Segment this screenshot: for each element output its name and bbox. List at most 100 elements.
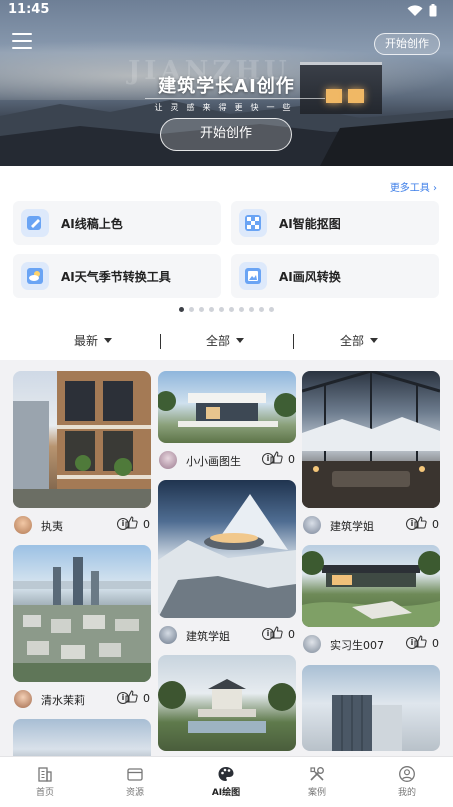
avatar[interactable] bbox=[303, 635, 321, 653]
user-icon bbox=[399, 766, 415, 782]
filter-bar: 最新 全部 全部 bbox=[0, 332, 453, 360]
tool-style-transfer[interactable]: AI画风转换 bbox=[231, 254, 439, 298]
bottom-nav: 首页 资源 AI绘图 案例 我的 bbox=[0, 756, 453, 807]
artwork-card[interactable]: 清水茉莉 i 0 bbox=[13, 545, 151, 714]
artwork-image[interactable] bbox=[302, 371, 440, 508]
avatar[interactable] bbox=[14, 516, 32, 534]
pager-dot[interactable] bbox=[229, 307, 234, 312]
thumb-up-icon[interactable] bbox=[125, 690, 138, 703]
filter-type[interactable]: 全部 bbox=[340, 332, 379, 349]
like-count: 0 bbox=[288, 628, 295, 641]
thumb-up-icon[interactable] bbox=[270, 626, 283, 639]
thumb-up-icon[interactable] bbox=[270, 451, 283, 464]
status-bar: 11:45 bbox=[0, 0, 453, 22]
pager-dot[interactable] bbox=[179, 307, 184, 312]
weather-icon bbox=[21, 262, 49, 290]
author-name[interactable]: 小小画图生 bbox=[186, 453, 241, 469]
artwork-image[interactable] bbox=[158, 480, 296, 618]
artwork-card[interactable] bbox=[13, 719, 151, 756]
tab-label: 首页 bbox=[35, 788, 54, 798]
artwork-image[interactable] bbox=[302, 545, 440, 627]
tool-sketch-color[interactable]: AI线稿上色 bbox=[13, 201, 221, 245]
like-count: 0 bbox=[432, 518, 439, 531]
pager-dot[interactable] bbox=[259, 307, 264, 312]
author-name[interactable]: 清水茉莉 bbox=[41, 692, 85, 708]
pager-dot[interactable] bbox=[219, 307, 224, 312]
artwork-image[interactable] bbox=[158, 655, 296, 751]
caret-down-icon bbox=[236, 338, 245, 343]
pager-dot[interactable] bbox=[199, 307, 204, 312]
author-name[interactable]: 建筑学姐 bbox=[330, 518, 374, 534]
like-count: 0 bbox=[288, 453, 295, 466]
hero-subtitle: 让灵感来得更快一些 bbox=[154, 103, 299, 112]
hero-title: 建筑学长AI创作 bbox=[158, 76, 295, 97]
sketch-color-icon bbox=[21, 209, 49, 237]
palette-icon bbox=[218, 767, 234, 781]
thumb-up-icon[interactable] bbox=[125, 516, 138, 529]
artwork-card[interactable] bbox=[158, 655, 296, 751]
avatar[interactable] bbox=[159, 451, 177, 469]
top-start-button[interactable]: 开始创作 bbox=[374, 33, 440, 55]
filter-divider bbox=[160, 334, 161, 349]
tab-ai-drawing[interactable]: AI绘图 bbox=[181, 757, 271, 807]
tool-label: AI天气季节转换工具 bbox=[61, 270, 171, 284]
artwork-image[interactable] bbox=[13, 545, 151, 682]
chevron-right-icon: › bbox=[433, 183, 437, 194]
filter-divider bbox=[293, 334, 294, 349]
like-count: 0 bbox=[143, 518, 150, 531]
tab-label: 案例 bbox=[307, 788, 326, 798]
artwork-image[interactable] bbox=[13, 719, 151, 756]
wifi-icon bbox=[407, 4, 423, 16]
avatar[interactable] bbox=[14, 690, 32, 708]
pager-dot[interactable] bbox=[209, 307, 214, 312]
tab-home[interactable]: 首页 bbox=[0, 757, 90, 807]
artwork-image[interactable] bbox=[158, 371, 296, 443]
pager-dot[interactable] bbox=[189, 307, 194, 312]
author-name[interactable]: 建筑学姐 bbox=[186, 628, 230, 644]
artwork-card[interactable]: 实习生007 i 0 bbox=[302, 545, 440, 659]
folder-icon bbox=[127, 768, 143, 781]
battery-icon bbox=[429, 4, 437, 17]
artwork-image[interactable] bbox=[302, 665, 440, 751]
tab-label: 我的 bbox=[397, 788, 416, 798]
avatar[interactable] bbox=[159, 626, 177, 644]
tab-resources[interactable]: 资源 bbox=[90, 757, 180, 807]
pager-dot[interactable] bbox=[269, 307, 274, 312]
thumb-up-icon[interactable] bbox=[414, 516, 427, 529]
matting-icon bbox=[239, 209, 267, 237]
tools-icon bbox=[310, 767, 324, 781]
tab-cases[interactable]: 案例 bbox=[272, 757, 362, 807]
artwork-card[interactable]: 建筑学姐 i 0 bbox=[158, 480, 296, 650]
hero-divider bbox=[145, 98, 325, 99]
style-transfer-icon bbox=[239, 262, 267, 290]
artwork-card[interactable]: 小小画图生 i 0 bbox=[158, 371, 296, 475]
filter-label: 全部 bbox=[206, 334, 231, 348]
filter-sort[interactable]: 最新 bbox=[74, 332, 113, 349]
author-name[interactable]: 实习生007 bbox=[330, 637, 384, 653]
caret-down-icon bbox=[104, 338, 113, 343]
like-count: 0 bbox=[143, 692, 150, 705]
status-time: 11:45 bbox=[8, 2, 50, 17]
avatar[interactable] bbox=[303, 516, 321, 534]
artwork-card[interactable]: 建筑学姐 i 0 bbox=[302, 371, 440, 540]
tool-label: AI智能抠图 bbox=[279, 217, 341, 231]
menu-button[interactable] bbox=[12, 33, 32, 51]
tool-matting[interactable]: AI智能抠图 bbox=[231, 201, 439, 245]
tool-label: AI画风转换 bbox=[279, 270, 341, 284]
artwork-card[interactable]: 执夷 i 0 bbox=[13, 371, 151, 540]
caret-down-icon bbox=[370, 338, 379, 343]
artwork-image[interactable] bbox=[13, 371, 151, 508]
hero-banner: JIANZHU 建筑学长AI创作 让灵感来得更快一些 开始创作 bbox=[0, 0, 453, 166]
pager-dot[interactable] bbox=[249, 307, 254, 312]
thumb-up-icon[interactable] bbox=[414, 635, 427, 648]
tab-profile[interactable]: 我的 bbox=[362, 757, 452, 807]
more-tools-link[interactable]: 更多工具 › bbox=[390, 179, 437, 194]
author-name[interactable]: 执夷 bbox=[41, 518, 63, 534]
artwork-card[interactable] bbox=[302, 665, 440, 751]
tab-label: AI绘图 bbox=[211, 788, 241, 798]
more-tools-label: 更多工具 bbox=[389, 183, 430, 194]
filter-category[interactable]: 全部 bbox=[206, 332, 245, 349]
tool-weather[interactable]: AI天气季节转换工具 bbox=[13, 254, 221, 298]
hero-start-button[interactable]: 开始创作 bbox=[160, 118, 292, 151]
pager-dot[interactable] bbox=[239, 307, 244, 312]
